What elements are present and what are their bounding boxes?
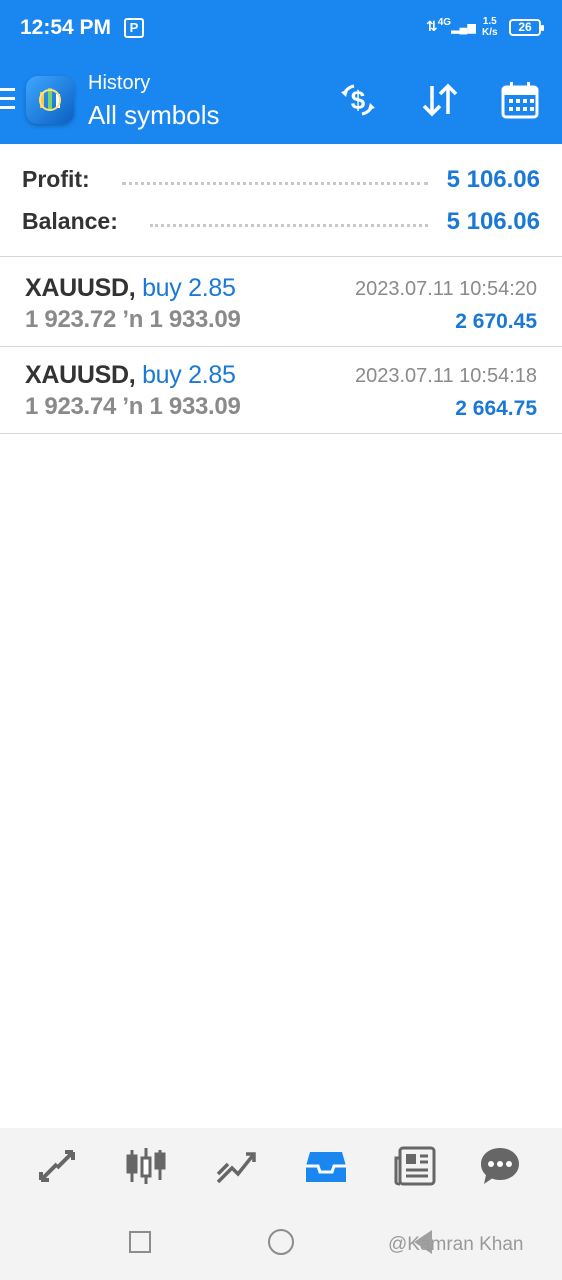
- symbol-text: XAUUSD,: [25, 361, 136, 389]
- trade-time: 2023.07.11 10:54:18: [354, 365, 537, 387]
- trade-icon[interactable]: [214, 1144, 258, 1188]
- chart-icon[interactable]: [124, 1144, 168, 1188]
- trade-symbol: XAUUSD, buy 2.85: [25, 361, 236, 390]
- menu-icon[interactable]: [0, 88, 15, 110]
- notification-badge: P: [124, 18, 144, 38]
- top-app-bar: 12:54 PM P ⇅4G▂▄▆ 1.5 K/s 26 History All…: [0, 0, 562, 144]
- calendar-icon[interactable]: [500, 80, 540, 120]
- speed-value: 1.5: [482, 16, 497, 27]
- trade-time: 2023.07.11 10:54:20: [354, 278, 537, 300]
- news-icon[interactable]: [394, 1144, 438, 1188]
- watermark-text: @Kamran Khan: [388, 1234, 524, 1255]
- symbol-filter[interactable]: All symbols: [88, 100, 219, 131]
- trade-prices: 1 923.74 ’n 1 933.09: [25, 393, 241, 420]
- profit-value: 5 106.06: [446, 166, 540, 193]
- trade-symbol: XAUUSD, buy 2.85: [25, 274, 236, 303]
- network-type: 4G: [437, 17, 452, 28]
- battery-indicator: 26: [509, 19, 544, 36]
- profit-label: Profit:: [22, 166, 90, 192]
- trade-profit: 2 670.45: [455, 310, 537, 333]
- history-icon[interactable]: [304, 1144, 348, 1188]
- screen-title: History: [88, 72, 151, 94]
- recents-button[interactable]: [129, 1231, 151, 1253]
- balance-row: Balance: 5 106.06: [22, 208, 540, 238]
- chat-icon[interactable]: [478, 1144, 522, 1188]
- symbol-text: XAUUSD,: [25, 274, 136, 302]
- trade-row[interactable]: XAUUSD, buy 2.85 1 923.74 ’n 1 933.09 20…: [0, 347, 562, 434]
- quotes-icon[interactable]: [35, 1144, 79, 1188]
- trade-profit: 2 664.75: [455, 397, 537, 420]
- trade-side: buy 2.85: [142, 361, 236, 389]
- trade-row[interactable]: XAUUSD, buy 2.85 1 923.72 ’n 1 933.09 20…: [0, 260, 562, 347]
- profit-row: Profit: 5 106.06: [22, 166, 540, 196]
- history-summary: Profit: 5 106.06 Balance: 5 106.06: [0, 144, 562, 257]
- status-time: 12:54 PM: [20, 16, 112, 39]
- svg-text:$: $: [351, 85, 366, 115]
- balance-dots: [150, 224, 428, 227]
- system-navigation-bar: @Kamran Khan: [0, 1204, 562, 1280]
- network-arrows-icon: ⇅: [426, 18, 438, 34]
- network-speed: 1.5 K/s: [482, 16, 498, 38]
- deposit-withdraw-icon[interactable]: $: [338, 80, 378, 120]
- trade-side: buy 2.85: [142, 274, 236, 302]
- balance-label: Balance:: [22, 208, 118, 234]
- sort-icon[interactable]: [420, 80, 460, 120]
- profit-dots: [122, 182, 428, 185]
- app-logo-icon[interactable]: [26, 76, 74, 124]
- metatrader-logo-icon: [39, 88, 61, 111]
- balance-value: 5 106.06: [446, 208, 540, 235]
- home-button[interactable]: [268, 1229, 294, 1255]
- network-indicator: ⇅4G▂▄▆: [426, 17, 476, 35]
- signal-icon: ▂▄▆: [451, 22, 476, 34]
- bottom-navigation: [0, 1128, 562, 1204]
- trade-prices: 1 923.72 ’n 1 933.09: [25, 306, 241, 333]
- speed-unit: K/s: [482, 27, 498, 38]
